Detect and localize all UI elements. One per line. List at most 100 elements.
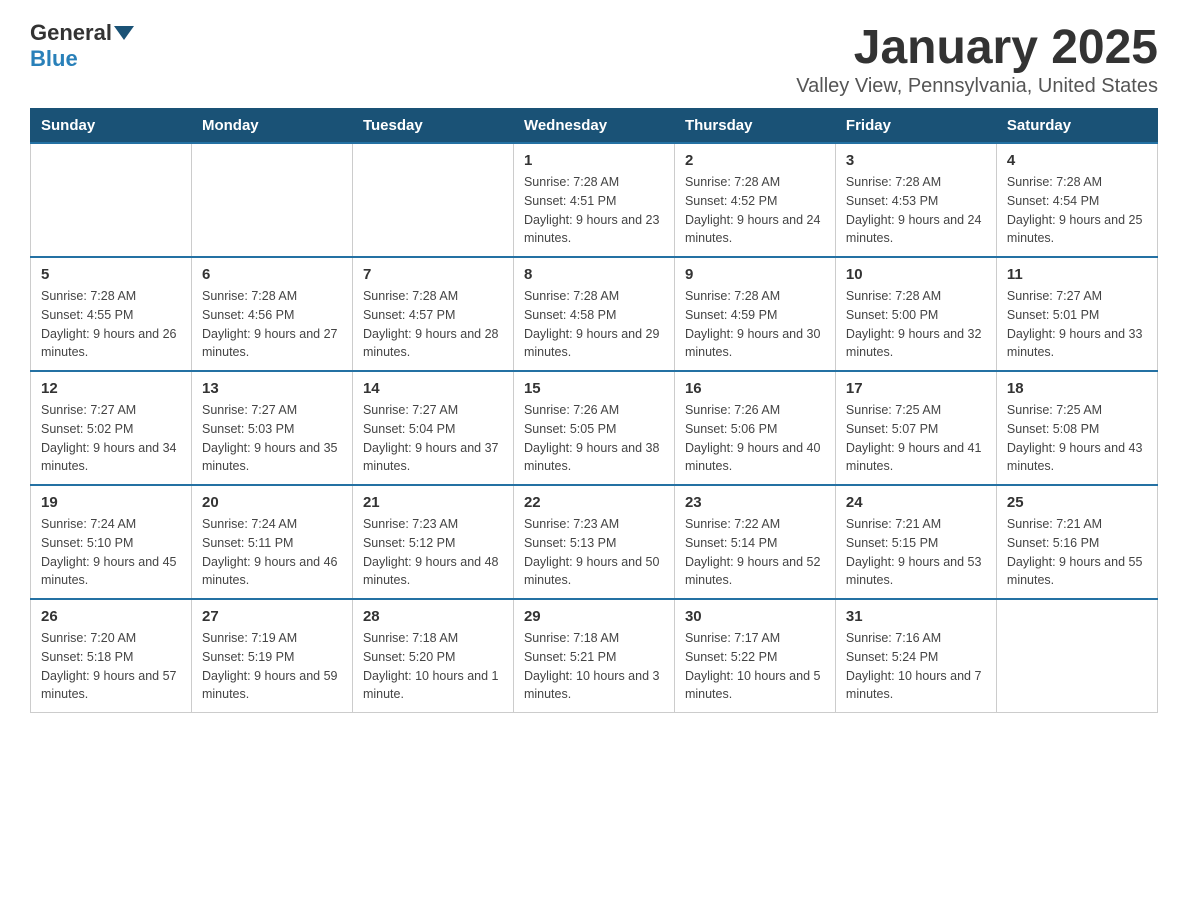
- day-info: Sunrise: 7:24 AM Sunset: 5:10 PM Dayligh…: [41, 515, 181, 590]
- day-number: 31: [846, 608, 986, 625]
- calendar-cell: 11 Sunrise: 7:27 AM Sunset: 5:01 PM Dayli…: [996, 257, 1157, 371]
- day-info: Sunrise: 7:28 AM Sunset: 4:53 PM Dayligh…: [846, 173, 986, 248]
- calendar-cell: 14 Sunrise: 7:27 AM Sunset: 5:04 PM Dayli…: [352, 371, 513, 485]
- page-header: General Blue January 2025 Valley View, P…: [30, 20, 1158, 98]
- day-number: 23: [685, 494, 825, 511]
- day-info: Sunrise: 7:22 AM Sunset: 5:14 PM Dayligh…: [685, 515, 825, 590]
- calendar-cell: 27 Sunrise: 7:19 AM Sunset: 5:19 PM Dayli…: [191, 599, 352, 713]
- calendar-week-row: 19 Sunrise: 7:24 AM Sunset: 5:10 PM Dayli…: [31, 485, 1158, 599]
- logo-arrow-icon: [114, 26, 134, 40]
- day-info: Sunrise: 7:27 AM Sunset: 5:02 PM Dayligh…: [41, 401, 181, 476]
- day-info: Sunrise: 7:26 AM Sunset: 5:06 PM Dayligh…: [685, 401, 825, 476]
- calendar-cell: 19 Sunrise: 7:24 AM Sunset: 5:10 PM Dayli…: [31, 485, 192, 599]
- logo: General Blue: [30, 20, 136, 72]
- calendar-header-thursday: Thursday: [674, 109, 835, 144]
- calendar-cell: 24Sunrise: 7:21 AM Sunset: 5:15 PM Dayli…: [835, 485, 996, 599]
- calendar-cell: 22Sunrise: 7:23 AM Sunset: 5:13 PM Dayli…: [513, 485, 674, 599]
- day-info: Sunrise: 7:26 AM Sunset: 5:05 PM Dayligh…: [524, 401, 664, 476]
- day-number: 14: [363, 380, 503, 397]
- title-section: January 2025 Valley View, Pennsylvania, …: [796, 20, 1158, 98]
- calendar-cell: 3Sunrise: 7:28 AM Sunset: 4:53 PM Daylig…: [835, 143, 996, 257]
- calendar-cell: [31, 143, 192, 257]
- calendar-header-row: SundayMondayTuesdayWednesdayThursdayFrid…: [31, 109, 1158, 144]
- day-number: 22: [524, 494, 664, 511]
- calendar-cell: 1 Sunrise: 7:28 AM Sunset: 4:51 PM Daylig…: [513, 143, 674, 257]
- day-number: 26: [41, 608, 181, 625]
- day-info: Sunrise: 7:28 AM Sunset: 5:00 PM Dayligh…: [846, 287, 986, 362]
- calendar-cell: 31 Sunrise: 7:16 AM Sunset: 5:24 PM Dayli…: [835, 599, 996, 713]
- calendar-header-saturday: Saturday: [996, 109, 1157, 144]
- day-info: Sunrise: 7:16 AM Sunset: 5:24 PM Dayligh…: [846, 629, 986, 704]
- day-number: 4: [1007, 152, 1147, 169]
- day-info: Sunrise: 7:21 AM Sunset: 5:16 PM Dayligh…: [1007, 515, 1147, 590]
- day-number: 8: [524, 266, 664, 283]
- day-info: Sunrise: 7:28 AM Sunset: 4:59 PM Dayligh…: [685, 287, 825, 362]
- calendar-cell: [191, 143, 352, 257]
- day-info: Sunrise: 7:28 AM Sunset: 4:58 PM Dayligh…: [524, 287, 664, 362]
- day-number: 17: [846, 380, 986, 397]
- calendar-cell: 7 Sunrise: 7:28 AM Sunset: 4:57 PM Daylig…: [352, 257, 513, 371]
- calendar-cell: 20 Sunrise: 7:24 AM Sunset: 5:11 PM Dayli…: [191, 485, 352, 599]
- day-number: 15: [524, 380, 664, 397]
- calendar-cell: 15 Sunrise: 7:26 AM Sunset: 5:05 PM Dayli…: [513, 371, 674, 485]
- calendar-cell: 9Sunrise: 7:28 AM Sunset: 4:59 PM Daylig…: [674, 257, 835, 371]
- day-number: 20: [202, 494, 342, 511]
- calendar-cell: 16Sunrise: 7:26 AM Sunset: 5:06 PM Dayli…: [674, 371, 835, 485]
- day-number: 19: [41, 494, 181, 511]
- day-number: 29: [524, 608, 664, 625]
- day-info: Sunrise: 7:19 AM Sunset: 5:19 PM Dayligh…: [202, 629, 342, 704]
- calendar-cell: 5Sunrise: 7:28 AM Sunset: 4:55 PM Daylig…: [31, 257, 192, 371]
- day-number: 1: [524, 152, 664, 169]
- logo-blue-text: Blue: [30, 46, 78, 71]
- day-number: 25: [1007, 494, 1147, 511]
- calendar-table: SundayMondayTuesdayWednesdayThursdayFrid…: [30, 108, 1158, 713]
- calendar-cell: [352, 143, 513, 257]
- day-info: Sunrise: 7:23 AM Sunset: 5:12 PM Dayligh…: [363, 515, 503, 590]
- calendar-header-sunday: Sunday: [31, 109, 192, 144]
- day-info: Sunrise: 7:18 AM Sunset: 5:20 PM Dayligh…: [363, 629, 503, 704]
- calendar-cell: [996, 599, 1157, 713]
- calendar-cell: 28 Sunrise: 7:18 AM Sunset: 5:20 PM Dayli…: [352, 599, 513, 713]
- calendar-cell: 10 Sunrise: 7:28 AM Sunset: 5:00 PM Dayli…: [835, 257, 996, 371]
- calendar-cell: 13 Sunrise: 7:27 AM Sunset: 5:03 PM Dayli…: [191, 371, 352, 485]
- day-number: 7: [363, 266, 503, 283]
- calendar-cell: 25 Sunrise: 7:21 AM Sunset: 5:16 PM Dayli…: [996, 485, 1157, 599]
- day-info: Sunrise: 7:20 AM Sunset: 5:18 PM Dayligh…: [41, 629, 181, 704]
- day-number: 13: [202, 380, 342, 397]
- day-info: Sunrise: 7:25 AM Sunset: 5:07 PM Dayligh…: [846, 401, 986, 476]
- day-info: Sunrise: 7:27 AM Sunset: 5:03 PM Dayligh…: [202, 401, 342, 476]
- day-number: 11: [1007, 266, 1147, 283]
- day-info: Sunrise: 7:28 AM Sunset: 4:56 PM Dayligh…: [202, 287, 342, 362]
- day-info: Sunrise: 7:18 AM Sunset: 5:21 PM Dayligh…: [524, 629, 664, 704]
- calendar-header-friday: Friday: [835, 109, 996, 144]
- calendar-cell: 26 Sunrise: 7:20 AM Sunset: 5:18 PM Dayli…: [31, 599, 192, 713]
- day-info: Sunrise: 7:28 AM Sunset: 4:57 PM Dayligh…: [363, 287, 503, 362]
- calendar-header-monday: Monday: [191, 109, 352, 144]
- location-text: Valley View, Pennsylvania, United States: [796, 75, 1158, 98]
- day-number: 5: [41, 266, 181, 283]
- calendar-cell: 29 Sunrise: 7:18 AM Sunset: 5:21 PM Dayli…: [513, 599, 674, 713]
- calendar-week-row: 12 Sunrise: 7:27 AM Sunset: 5:02 PM Dayli…: [31, 371, 1158, 485]
- logo-general-text: General: [30, 20, 112, 46]
- day-number: 10: [846, 266, 986, 283]
- day-info: Sunrise: 7:25 AM Sunset: 5:08 PM Dayligh…: [1007, 401, 1147, 476]
- day-number: 12: [41, 380, 181, 397]
- day-info: Sunrise: 7:27 AM Sunset: 5:01 PM Dayligh…: [1007, 287, 1147, 362]
- day-number: 30: [685, 608, 825, 625]
- day-number: 27: [202, 608, 342, 625]
- day-number: 28: [363, 608, 503, 625]
- day-info: Sunrise: 7:24 AM Sunset: 5:11 PM Dayligh…: [202, 515, 342, 590]
- day-info: Sunrise: 7:28 AM Sunset: 4:52 PM Dayligh…: [685, 173, 825, 248]
- day-number: 2: [685, 152, 825, 169]
- day-number: 18: [1007, 380, 1147, 397]
- day-info: Sunrise: 7:28 AM Sunset: 4:51 PM Dayligh…: [524, 173, 664, 248]
- calendar-week-row: 1 Sunrise: 7:28 AM Sunset: 4:51 PM Daylig…: [31, 143, 1158, 257]
- calendar-cell: 8 Sunrise: 7:28 AM Sunset: 4:58 PM Daylig…: [513, 257, 674, 371]
- calendar-week-row: 5Sunrise: 7:28 AM Sunset: 4:55 PM Daylig…: [31, 257, 1158, 371]
- calendar-cell: 6Sunrise: 7:28 AM Sunset: 4:56 PM Daylig…: [191, 257, 352, 371]
- calendar-cell: 21Sunrise: 7:23 AM Sunset: 5:12 PM Dayli…: [352, 485, 513, 599]
- day-info: Sunrise: 7:28 AM Sunset: 4:54 PM Dayligh…: [1007, 173, 1147, 248]
- day-info: Sunrise: 7:27 AM Sunset: 5:04 PM Dayligh…: [363, 401, 503, 476]
- calendar-cell: 2 Sunrise: 7:28 AM Sunset: 4:52 PM Daylig…: [674, 143, 835, 257]
- calendar-cell: 12 Sunrise: 7:27 AM Sunset: 5:02 PM Dayli…: [31, 371, 192, 485]
